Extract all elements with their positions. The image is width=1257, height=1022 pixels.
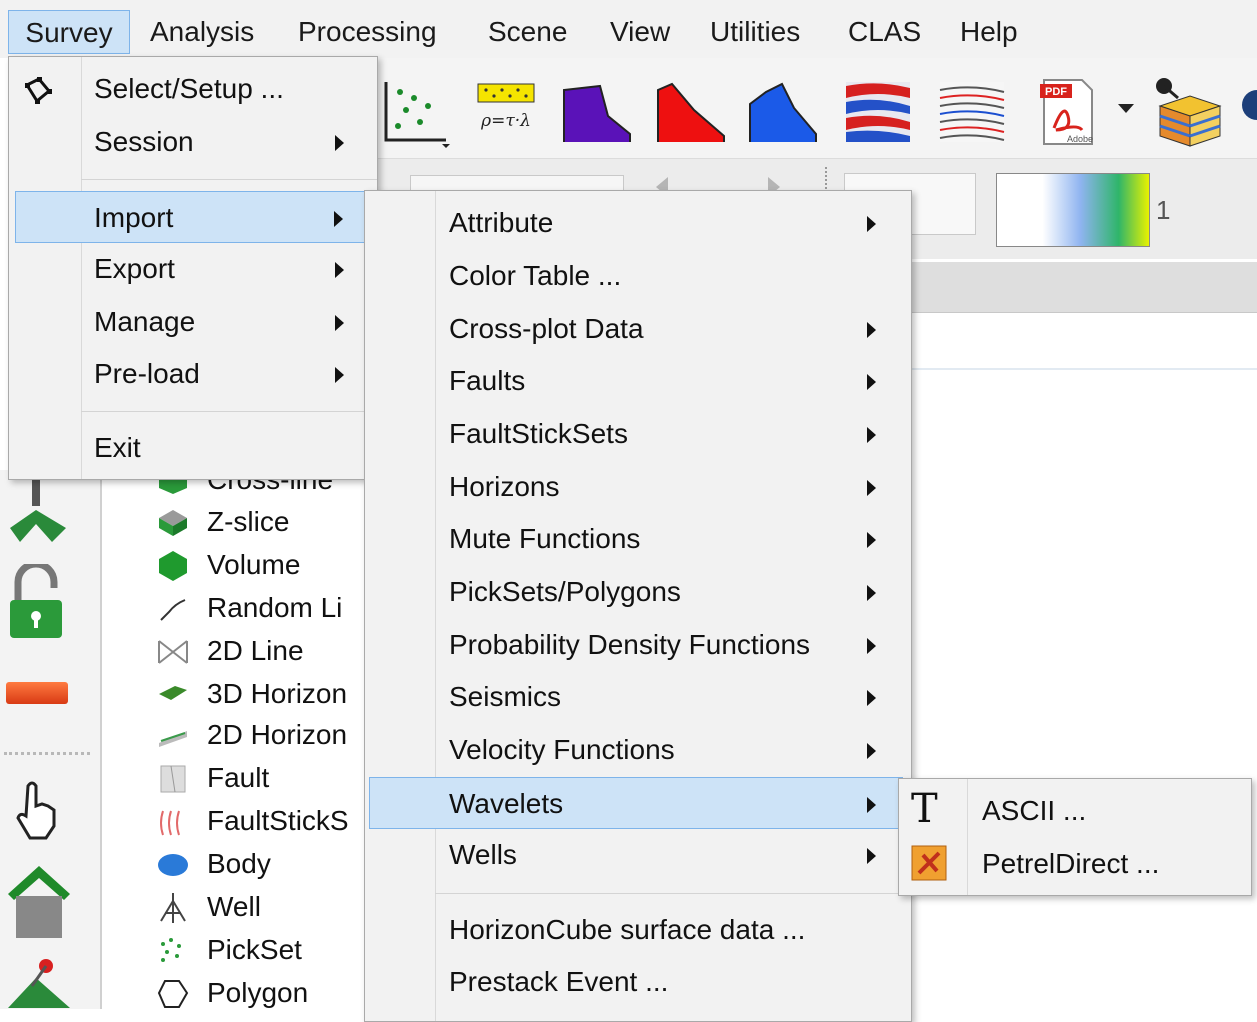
submenu-arrow-icon: [867, 743, 876, 759]
svg-text:PDF: PDF: [1045, 86, 1067, 98]
2d-horizon-icon: [157, 721, 189, 751]
svg-text:Adobe: Adobe: [1067, 134, 1093, 144]
pointer-hand-icon[interactable]: [12, 780, 62, 840]
import-submenu: Attribute Color Table ... Cross-plot Dat…: [364, 190, 912, 1022]
submenu-arrow-icon: [335, 262, 344, 278]
menu-item-crossplot-data[interactable]: Cross-plot Data: [365, 303, 911, 355]
left-toolbar: [0, 470, 102, 1009]
submenu-arrow-icon: [867, 585, 876, 601]
menu-item-faultsticksets[interactable]: FaultStickSets: [365, 408, 911, 460]
submenu-arrow-icon: [335, 367, 344, 383]
crossplot-icon[interactable]: [380, 76, 452, 148]
horizon-cube-icon[interactable]: [1150, 76, 1222, 148]
red-bar-icon[interactable]: [6, 682, 68, 704]
menu-item-wavelets[interactable]: Wavelets: [369, 777, 903, 829]
menu-scene[interactable]: Scene: [474, 10, 581, 54]
submenu-arrow-icon: [867, 322, 876, 338]
submenu-arrow-icon: [867, 797, 876, 813]
menu-item-select-setup[interactable]: Select/Setup ...: [9, 63, 377, 115]
toolbar-separator: [4, 752, 90, 755]
3d-horizon-icon: [157, 680, 189, 710]
home-icon[interactable]: [6, 862, 72, 940]
well-icon: [157, 893, 189, 923]
menu-analysis[interactable]: Analysis: [136, 10, 268, 54]
menu-item-mute-functions[interactable]: Mute Functions: [365, 513, 911, 565]
globe-icon[interactable]: [1242, 90, 1257, 120]
wavelets-submenu: T ASCII ... PetrelDirect ...: [898, 778, 1252, 896]
menu-item-velocity-functions[interactable]: Velocity Functions: [365, 724, 911, 776]
menu-clas[interactable]: CLAS: [834, 10, 935, 54]
menu-help[interactable]: Help: [946, 10, 1032, 54]
menu-item-petreldirect[interactable]: PetrelDirect ...: [899, 838, 1251, 890]
seek-icon[interactable]: [6, 956, 72, 1008]
submenu-arrow-icon: [867, 690, 876, 706]
main-toolbar: ρ=τ·λ PDF Adobe: [370, 58, 1257, 158]
colorbar[interactable]: [996, 173, 1150, 247]
scene-tab-bar: [910, 262, 1257, 313]
submenu-arrow-icon: [867, 427, 876, 443]
menu-item-seismics[interactable]: Seismics: [365, 671, 911, 723]
seismic-redblue-icon[interactable]: [842, 76, 914, 148]
faultsticks-icon: [157, 807, 189, 837]
submenu-arrow-icon: [867, 638, 876, 654]
menu-item-export[interactable]: Export: [9, 243, 377, 295]
pickset-icon: [157, 936, 189, 966]
menu-item-horizoncube-surface-data[interactable]: HorizonCube surface data ...: [365, 904, 911, 956]
menu-item-import[interactable]: Import: [15, 191, 365, 243]
menu-view[interactable]: View: [596, 10, 684, 54]
zslice-icon: [157, 508, 189, 538]
survey-menu: Select/Setup ... Session Import Export M…: [8, 56, 378, 480]
2d-line-icon: [157, 637, 189, 667]
unlock-icon[interactable]: [8, 560, 64, 640]
pdf-icon[interactable]: PDF Adobe: [1030, 76, 1102, 148]
volume-icon: [157, 551, 189, 581]
menu-processing[interactable]: Processing: [284, 10, 451, 54]
menu-item-attribute[interactable]: Attribute: [365, 197, 911, 249]
menu-survey[interactable]: Survey: [8, 10, 130, 54]
polygon-icon: [157, 979, 189, 1009]
submenu-arrow-icon: [867, 848, 876, 864]
tree-view-icon[interactable]: [6, 480, 70, 550]
menu-bar: Survey Analysis Processing Scene View Ut…: [0, 0, 1257, 58]
body-icon: [157, 850, 189, 880]
submenu-arrow-icon: [867, 532, 876, 548]
menu-item-manage[interactable]: Manage: [9, 296, 377, 348]
menu-item-prestack-event[interactable]: Prestack Event ...: [365, 956, 911, 1008]
purple-spectrum-icon[interactable]: [560, 76, 632, 148]
svg-text:ρ=τ·λ: ρ=τ·λ: [480, 111, 531, 131]
random-line-icon: [157, 594, 189, 624]
submenu-arrow-icon: [335, 135, 344, 151]
submenu-arrow-icon: [867, 480, 876, 496]
rho-tau-lambda-icon[interactable]: ρ=τ·λ: [470, 76, 542, 148]
pdf-dropdown-icon[interactable]: [1118, 104, 1134, 113]
menu-item-ascii[interactable]: ASCII ...: [899, 785, 1251, 837]
menu-item-exit[interactable]: Exit: [9, 422, 377, 474]
menu-item-wells[interactable]: Wells: [365, 829, 911, 881]
blue-spectrum-icon[interactable]: [746, 76, 818, 148]
submenu-arrow-icon: [867, 374, 876, 390]
fault-icon: [157, 764, 189, 794]
scene-tree: Cross-line Z-slice Volume Random Li 2D L…: [102, 464, 370, 1009]
menu-item-picksets-polygons[interactable]: PickSets/Polygons: [365, 566, 911, 618]
submenu-arrow-icon: [867, 216, 876, 232]
menu-utilities[interactable]: Utilities: [696, 10, 814, 54]
menu-item-color-table[interactable]: Color Table ...: [365, 250, 911, 302]
menu-item-horizons[interactable]: Horizons: [365, 461, 911, 513]
seismic-section-icon[interactable]: [936, 76, 1008, 148]
menu-item-session[interactable]: Session: [9, 116, 377, 168]
menu-item-probability-density-functions[interactable]: Probability Density Functions: [365, 619, 911, 671]
scene-divider: [910, 368, 1257, 370]
menu-item-faults[interactable]: Faults: [365, 355, 911, 407]
submenu-arrow-icon: [335, 315, 344, 331]
submenu-arrow-icon: [334, 211, 343, 227]
colorbar-value: 1: [1156, 195, 1171, 225]
menu-item-preload[interactable]: Pre-load: [9, 348, 377, 400]
red-spectrum-icon[interactable]: [654, 76, 726, 148]
